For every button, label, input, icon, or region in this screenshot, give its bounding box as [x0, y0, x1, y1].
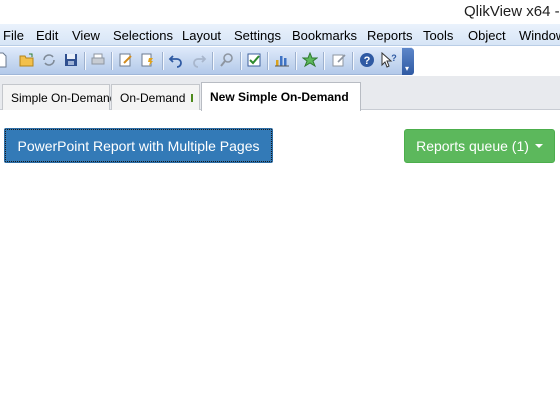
toolbar-separator	[240, 52, 241, 70]
tab-simple-on-demand[interactable]: Simple On-Demand	[2, 84, 116, 110]
reload-icon[interactable]	[40, 51, 58, 69]
save-icon[interactable]	[62, 51, 80, 69]
edit-script-icon[interactable]	[117, 51, 135, 69]
menu-object[interactable]: Object	[468, 28, 506, 43]
toolbar-separator	[212, 52, 213, 70]
search-icon[interactable]	[218, 51, 236, 69]
chart-icon[interactable]	[273, 51, 291, 69]
toolbar-separator	[267, 52, 268, 70]
checkbox-icon[interactable]	[245, 51, 263, 69]
help-icon[interactable]: ?	[358, 51, 376, 69]
menu-selections[interactable]: Selections	[113, 28, 173, 43]
star-icon[interactable]	[301, 51, 319, 69]
edit-icon[interactable]	[330, 51, 348, 69]
tab-label: On-Demand	[120, 90, 186, 105]
tab-label: New Simple On-Demand	[210, 90, 349, 104]
caret-down-icon	[534, 144, 543, 148]
toolbar-separator	[352, 52, 353, 70]
menu-window[interactable]: Window	[519, 28, 560, 43]
window-title-bar: QlikView x64 -	[0, 0, 560, 24]
menu-bookmarks[interactable]: Bookmarks	[292, 28, 357, 43]
toolbar-separator	[84, 52, 85, 70]
toolbar-separator	[162, 52, 163, 70]
chevron-down-icon: ▾	[405, 64, 410, 73]
window-title: QlikView x64 -	[464, 3, 560, 20]
reports-queue-label: Reports queue (1)	[416, 138, 529, 154]
undo-icon[interactable]	[167, 51, 185, 69]
menu-bar: File Edit View Selections Layout Setting…	[0, 24, 560, 46]
reports-queue-button[interactable]: Reports queue (1)	[404, 129, 555, 163]
whats-this-icon[interactable]: ?	[380, 51, 398, 69]
menu-layout[interactable]: Layout	[182, 28, 221, 43]
menu-tools[interactable]: Tools	[423, 28, 453, 43]
toolbar-overflow-button[interactable]: ▾	[402, 48, 414, 75]
powerpoint-report-button[interactable]: PowerPoint Report with Multiple Pages	[4, 128, 273, 163]
svg-text:?: ?	[364, 55, 371, 67]
menu-view[interactable]: View	[72, 28, 100, 43]
toolbar-separator	[323, 52, 324, 70]
new-document-icon[interactable]	[0, 51, 10, 69]
menu-edit[interactable]: Edit	[36, 28, 58, 43]
menu-reports[interactable]: Reports	[367, 28, 413, 43]
menu-file[interactable]: File	[3, 28, 24, 43]
open-folder-icon[interactable]	[18, 51, 36, 69]
tab-new-simple-on-demand[interactable]: New Simple On-Demand	[201, 82, 361, 111]
svg-text:?: ?	[391, 53, 397, 63]
print-icon[interactable]	[89, 51, 107, 69]
redo-icon[interactable]	[190, 51, 208, 69]
toolbar-separator	[111, 52, 112, 70]
status-indicator-icon	[191, 93, 194, 102]
reload-data-icon[interactable]	[139, 51, 157, 69]
menu-settings[interactable]: Settings	[234, 28, 281, 43]
tab-label: Simple On-Demand	[11, 90, 117, 105]
toolbar-separator	[295, 52, 296, 70]
tab-on-demand[interactable]: On-Demand	[111, 84, 200, 110]
